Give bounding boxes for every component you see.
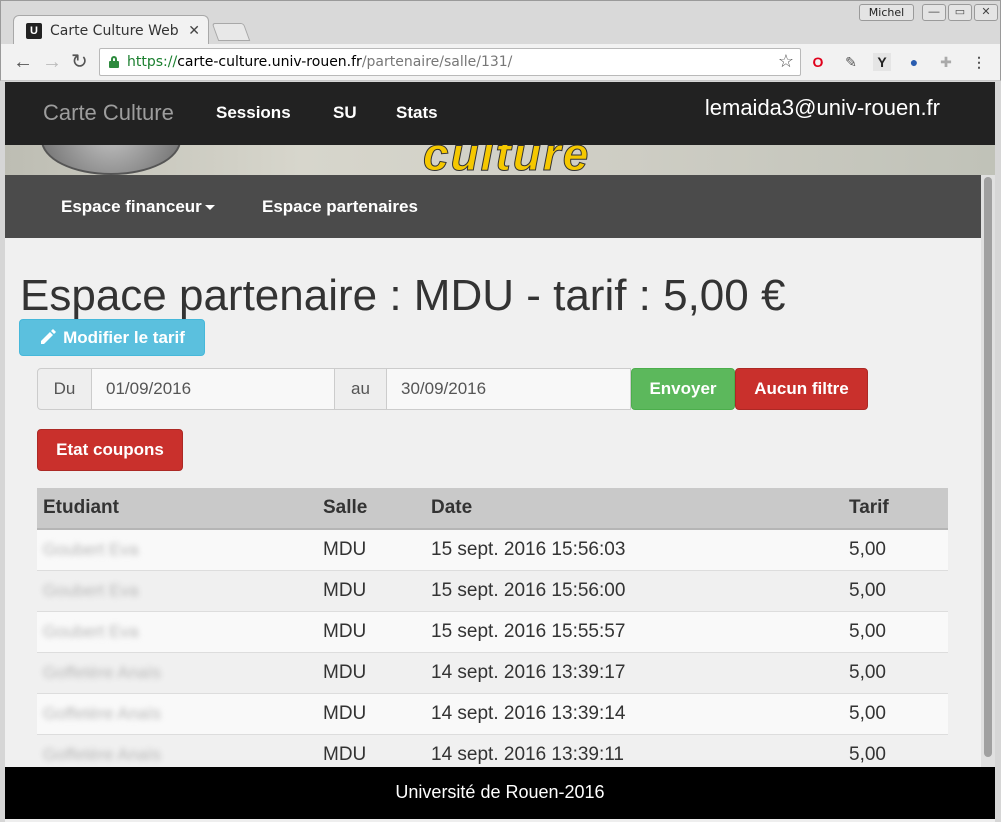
student-name: Goffetère Anaïs — [43, 703, 161, 723]
table-header-row: Etudiant Salle Date Tarif — [37, 488, 948, 530]
financeur-label: Espace financeur — [61, 197, 202, 216]
partenaires-link[interactable]: Espace partenaires — [262, 197, 418, 217]
cell-salle: MDU — [317, 692, 425, 734]
col-salle[interactable]: Salle — [317, 488, 425, 530]
cell-date: 15 sept. 2016 15:55:57 — [425, 610, 843, 652]
browser-titlebar: U Carte Culture Web ✕ Michel — ▭ ✕ — [0, 0, 1001, 46]
url-text: https://carte-culture.univ-rouen.fr/part… — [127, 54, 513, 70]
nav-stats[interactable]: Stats — [396, 103, 438, 123]
maximize-icon[interactable]: ▭ — [948, 4, 972, 21]
to-date-input[interactable]: 30/09/2016 — [386, 368, 631, 410]
student-name: Goffetère Anaïs — [43, 662, 161, 682]
browser-toolbar: ← → ↻ https://carte-culture.univ-rouen.f… — [0, 44, 1001, 81]
close-window-icon[interactable]: ✕ — [974, 4, 998, 21]
banner-card-image — [41, 145, 181, 175]
clear-filter-button[interactable]: Aucun filtre — [735, 368, 868, 410]
brand-link[interactable]: Carte Culture — [43, 100, 174, 126]
cell-salle: MDU — [317, 528, 425, 570]
bookmark-star-icon[interactable]: ☆ — [778, 51, 794, 72]
cell-date: 15 sept. 2016 15:56:00 — [425, 569, 843, 611]
secondary-navbar: Espace financeur Espace partenaires — [5, 175, 981, 238]
profile-button[interactable]: Michel — [859, 4, 914, 21]
reload-icon[interactable]: ↻ — [71, 51, 88, 73]
cell-tarif: 5,00 — [843, 569, 948, 611]
cell-tarif: 5,00 — [843, 692, 948, 734]
cell-tarif: 5,00 — [843, 528, 948, 570]
page-scrollbar[interactable] — [981, 175, 995, 767]
edit-tarif-button[interactable]: Modifier le tarif — [19, 319, 205, 356]
table-row: Goubert Eva MDU 15 sept. 2016 15:55:57 5… — [37, 610, 948, 652]
page-title: Espace partenaire : MDU - tarif : 5,00 € — [20, 271, 786, 320]
back-icon[interactable]: ← — [13, 51, 33, 73]
cell-date: 15 sept. 2016 15:56:03 — [425, 528, 843, 570]
top-navbar: Carte Culture Sessions SU Stats lemaida3… — [5, 82, 995, 145]
y-extension-icon[interactable]: Y — [873, 53, 891, 71]
submit-filter-button[interactable]: Envoyer — [631, 368, 735, 410]
coupons-state-button[interactable]: Etat coupons — [37, 429, 183, 471]
cell-salle: MDU — [317, 610, 425, 652]
scrollbar-thumb[interactable] — [984, 177, 992, 757]
cell-tarif: 5,00 — [843, 610, 948, 652]
browser-tab[interactable]: U Carte Culture Web ✕ — [13, 15, 209, 46]
col-etudiant[interactable]: Etudiant — [37, 488, 317, 530]
edit-tarif-label: Modifier le tarif — [63, 328, 185, 347]
cell-salle: MDU — [317, 569, 425, 611]
minimize-icon[interactable]: — — [922, 4, 946, 21]
puzzle-extension-icon[interactable]: ✚ — [937, 53, 955, 71]
eyedropper-extension-icon[interactable]: ✎ — [842, 53, 860, 71]
menu-icon[interactable]: ⋮ — [970, 53, 988, 71]
main-content: Espace partenaire : MDU - tarif : 5,00 €… — [5, 238, 981, 775]
banner-logo-image: culture — [422, 145, 591, 175]
cell-salle: MDU — [317, 651, 425, 693]
from-addon: Du — [37, 368, 92, 410]
tab-close-icon[interactable]: ✕ — [188, 22, 200, 39]
globe-extension-icon[interactable]: ● — [905, 53, 923, 71]
table-row: Goffetère Anaïs MDU 14 sept. 2016 13:39:… — [37, 692, 948, 734]
col-tarif[interactable]: Tarif — [843, 488, 948, 530]
tab-favicon-icon: U — [26, 23, 42, 39]
nav-su[interactable]: SU — [333, 103, 357, 123]
forward-icon[interactable]: → — [42, 51, 62, 73]
to-addon: au — [334, 368, 387, 410]
table-row: Goubert Eva MDU 15 sept. 2016 15:56:00 5… — [37, 569, 948, 611]
student-name: Goubert Eva — [43, 539, 139, 559]
student-name: Goffetère Anaïs — [43, 744, 161, 764]
cell-date: 14 sept. 2016 13:39:17 — [425, 651, 843, 693]
new-tab-button[interactable] — [211, 23, 251, 41]
student-name: Goubert Eva — [43, 621, 139, 641]
nav-sessions[interactable]: Sessions — [216, 103, 291, 123]
web-page: Carte Culture Sessions SU Stats lemaida3… — [5, 82, 995, 822]
opera-extension-icon[interactable]: O — [809, 53, 827, 71]
page-footer: Université de Rouen-2016 — [5, 767, 995, 819]
pencil-icon — [41, 329, 57, 344]
from-date-input[interactable]: 01/09/2016 — [91, 368, 335, 410]
address-bar[interactable]: https://carte-culture.univ-rouen.fr/part… — [99, 48, 801, 76]
cell-date: 14 sept. 2016 13:39:14 — [425, 692, 843, 734]
cell-tarif: 5,00 — [843, 651, 948, 693]
user-email[interactable]: lemaida3@univ-rouen.fr — [705, 95, 940, 121]
header-banner: culture — [5, 145, 995, 175]
student-name: Goubert Eva — [43, 580, 139, 600]
lock-icon — [109, 56, 119, 68]
caret-down-icon — [204, 205, 215, 211]
tab-title: Carte Culture Web — [50, 23, 179, 39]
table-row: Goubert Eva MDU 15 sept. 2016 15:56:03 5… — [37, 528, 948, 570]
table-row: Goffetère Anaïs MDU 14 sept. 2016 13:39:… — [37, 651, 948, 693]
transactions-table: Etudiant Salle Date Tarif Goubert Eva MD… — [37, 488, 948, 775]
col-date[interactable]: Date — [425, 488, 843, 530]
financeur-dropdown[interactable]: Espace financeur — [61, 197, 215, 217]
